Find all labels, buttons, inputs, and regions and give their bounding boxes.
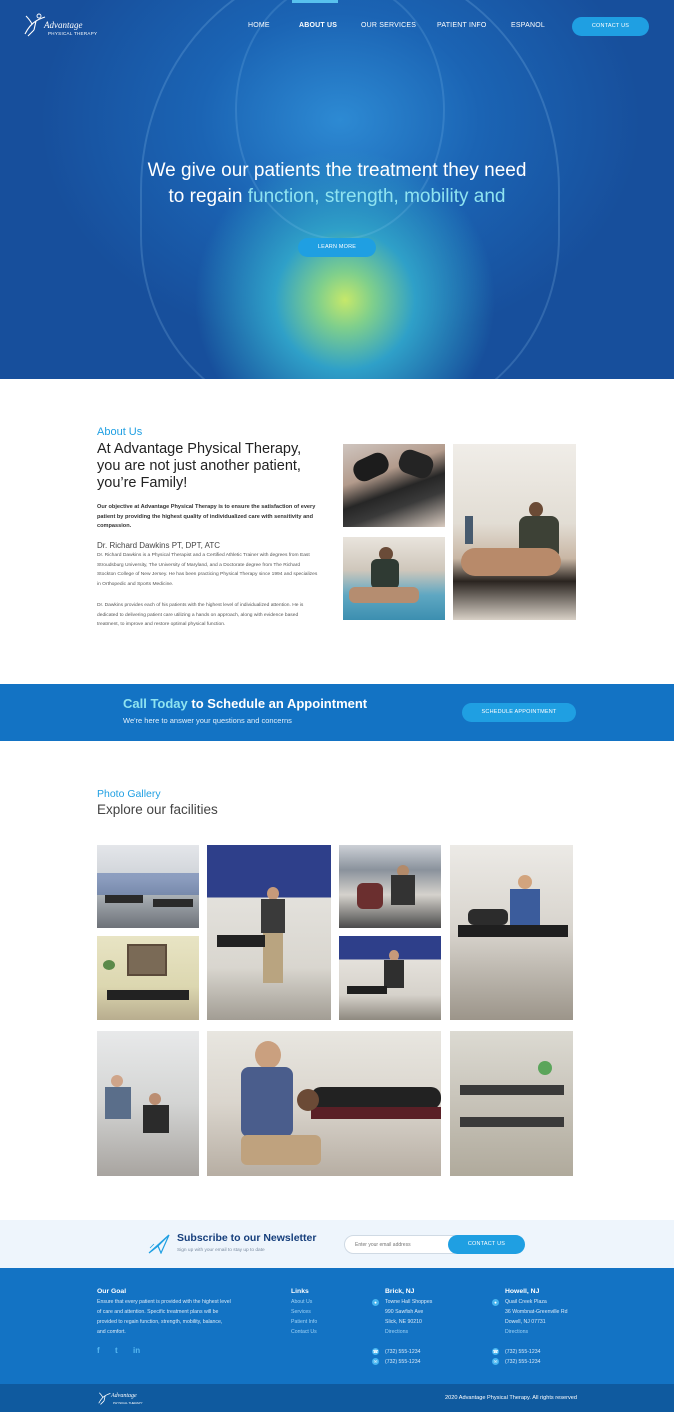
doctor-name: Dr. Richard Dawkins PT, DPT, ATC — [97, 541, 220, 550]
gallery-photo-5[interactable] — [97, 936, 199, 1020]
facebook-icon[interactable]: f — [97, 1346, 100, 1355]
about-title: At Advantage Physical Therapy, you are n… — [97, 441, 302, 491]
footer-brick-title: Brick, NJ — [385, 1288, 415, 1295]
learn-more-button[interactable]: LEARN MORE — [298, 238, 376, 257]
newsletter-title: Subscribe to our Newsletter — [177, 1232, 317, 1244]
brick-fax: (732) 555-1234 — [385, 1359, 421, 1365]
howell-directions-link[interactable]: Directions — [505, 1329, 528, 1335]
fax-icon: ✉ — [492, 1358, 499, 1365]
active-nav-indicator — [292, 0, 338, 3]
cta-title-highlight: Call Today — [123, 696, 188, 711]
gallery-photo-3[interactable] — [339, 845, 441, 928]
doctor-bio-1: Dr. Richard Dawkins is a Physical Therap… — [97, 553, 318, 587]
footer-logo-name: Advantage — [111, 1393, 137, 1399]
brick-address-3: Slick, NE 90210 — [385, 1319, 422, 1325]
gallery-photo-8[interactable] — [207, 1031, 441, 1176]
newsletter-contact-button[interactable]: CONTACT US — [448, 1235, 525, 1254]
logo-name: Advantage — [44, 20, 83, 30]
photo-back-massage — [453, 444, 576, 620]
doctor-bio-2: Dr. Dawkins provides each of his patient… — [97, 603, 304, 627]
howell-address-2: 36 Wombnat-Greenville Rd — [505, 1309, 568, 1315]
footer-goal-text-3: provided to regain function, strength, m… — [97, 1319, 223, 1325]
about-kicker: About Us — [97, 426, 143, 438]
nav-patient-info[interactable]: PATIENT INFO — [437, 22, 486, 34]
cta-title: Call Today to Schedule an Appointment — [123, 696, 367, 711]
copyright-text: 2020 Advantage Physical Therapy. All rig… — [445, 1395, 577, 1401]
footer-link-about-us[interactable]: About Us — [291, 1299, 312, 1305]
logo-subtitle: PHYSICAL THERAPY — [48, 31, 98, 36]
gallery-photo-9[interactable] — [450, 1031, 573, 1176]
nav-our-services[interactable]: OUR SERVICES — [361, 22, 416, 34]
footer-link-services[interactable]: Services — [291, 1309, 311, 1315]
gallery-photo-6[interactable] — [339, 936, 441, 1020]
linkedin-icon[interactable]: in — [133, 1346, 140, 1355]
nav-about-us[interactable]: ABOUT US — [299, 22, 337, 34]
footer-logo-subtitle: PHYSICAL THERAPY — [113, 1401, 143, 1405]
phone-icon: ☎ — [492, 1348, 499, 1355]
footer-link-patient-info[interactable]: Patient Info — [291, 1319, 317, 1325]
logo-figure-icon — [98, 1392, 111, 1405]
footer-link-contact-us[interactable]: Contact Us — [291, 1329, 317, 1335]
hero-headline-line1: We give our patients the treatment they … — [147, 160, 527, 181]
newsletter-section — [0, 1220, 674, 1268]
gallery-photo-2[interactable] — [207, 845, 331, 1020]
nav-espanol[interactable]: ESPANOL — [511, 22, 545, 34]
phone-icon: ☎ — [372, 1348, 379, 1355]
site-footer — [0, 1268, 674, 1384]
location-pin-icon: ● — [492, 1299, 499, 1306]
gallery-kicker: Photo Gallery — [97, 788, 161, 800]
photo-gloved-hands — [343, 444, 445, 527]
newsletter-subtitle: Sign up with your email to stay up to da… — [177, 1248, 265, 1253]
footer-links-title: Links — [291, 1288, 309, 1295]
howell-address-1: Quail Creek Plaza — [505, 1299, 547, 1305]
footer-logo[interactable]: Advantage PHYSICAL THERAPY — [97, 1390, 143, 1406]
photo-pool-therapy — [343, 537, 445, 620]
footer-howell-title: Howell, NJ — [505, 1288, 540, 1295]
howell-phone[interactable]: (732) 555-1234 — [505, 1349, 540, 1355]
twitter-icon[interactable]: t — [115, 1346, 118, 1355]
howell-fax: (732) 555-1234 — [505, 1359, 541, 1365]
brick-phone[interactable]: (732) 555-1234 — [385, 1349, 420, 1355]
location-pin-icon: ● — [372, 1299, 379, 1306]
hero-headline-plain: to regain — [168, 186, 248, 207]
logo-figure-icon — [24, 13, 46, 37]
brick-directions-link[interactable]: Directions — [385, 1329, 408, 1335]
brick-address-2: 990 Sawfish Ave — [385, 1309, 424, 1315]
hero-headline-line2: to regain function, strength, mobility a… — [90, 184, 584, 210]
footer-goal-text-1: Ensure that every patient is provided wi… — [97, 1299, 231, 1305]
schedule-appointment-button[interactable]: SCHEDULE APPOINTMENT — [462, 703, 576, 722]
about-intro: Our objective at Advantage Physical Ther… — [97, 504, 316, 529]
gallery-photo-1[interactable] — [97, 845, 199, 928]
cta-title-rest: to Schedule an Appointment — [187, 696, 368, 711]
nav-home[interactable]: HOME — [248, 22, 270, 34]
gallery-photo-4[interactable] — [450, 845, 573, 1020]
newsletter-email-input[interactable] — [344, 1235, 462, 1254]
cta-subtitle: We're here to answer your questions and … — [123, 716, 292, 725]
fax-icon: ✉ — [372, 1358, 379, 1365]
howell-address-3: Dowell, NJ 07731 — [505, 1319, 546, 1325]
footer-goal-text-4: and comfort. — [97, 1329, 126, 1335]
hero-headline-highlight: function, strength, mobility and — [247, 186, 506, 207]
paper-plane-icon — [148, 1234, 170, 1254]
contact-us-button[interactable]: CONTACT US — [572, 17, 649, 36]
gallery-title: Explore our facilities — [97, 802, 218, 817]
footer-goal-title: Our Goal — [97, 1288, 127, 1295]
brick-address-1: Towne Hall Shoppes — [385, 1299, 433, 1305]
gallery-photo-7[interactable] — [97, 1031, 199, 1176]
footer-goal-text-2: of care and attention. Specific treatmen… — [97, 1309, 219, 1315]
site-logo[interactable]: Advantage PHYSICAL THERAPY — [22, 12, 97, 42]
